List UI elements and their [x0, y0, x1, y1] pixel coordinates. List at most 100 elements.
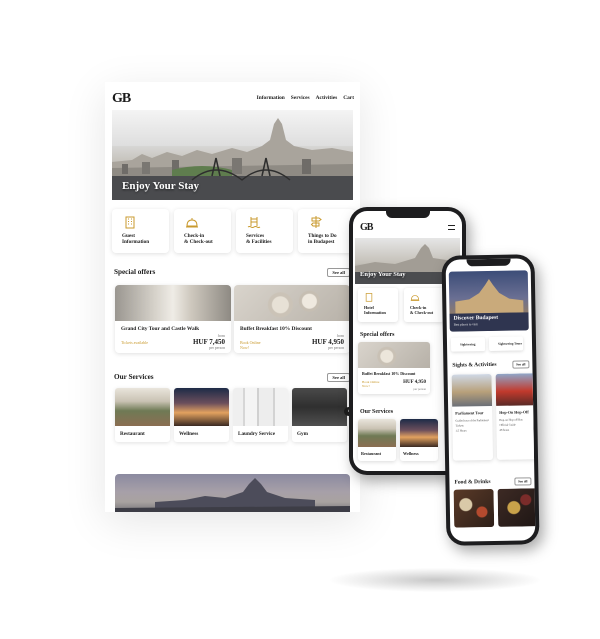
service-image-wellness — [400, 419, 438, 447]
brand-logo[interactable]: GB — [112, 91, 131, 107]
card-check-in-out[interactable]: Check-in & Check-out — [174, 209, 231, 253]
phone-notch — [466, 258, 511, 267]
service-image-gym — [292, 388, 347, 426]
card-things-to-do[interactable]: Things to Do in Budapest — [298, 209, 355, 253]
food-image-drinks[interactable] — [497, 488, 536, 527]
offer-price: HUF 4,950 — [403, 380, 426, 385]
phone-mockup-discover: Discover Budapest Best places to visit S… — [441, 254, 540, 546]
offer-label: Tickets available — [121, 340, 149, 345]
service-label: Wellness — [403, 451, 419, 456]
service-card-gym[interactable]: Gym — [292, 388, 347, 442]
reception-bell-icon — [186, 218, 198, 228]
chip-sightseeing[interactable]: Sightseeing — [450, 337, 486, 352]
offer-per: per person — [328, 346, 344, 350]
card-label: Hotel Information — [364, 305, 386, 315]
card-label: Things to Do in Budapest — [308, 233, 337, 245]
special-offers-see-all-button[interactable]: See all — [327, 268, 350, 277]
our-services-title: Our Services — [114, 373, 154, 381]
card-label: Check-in & Check-out — [410, 305, 434, 315]
phone-brand-logo[interactable]: GB — [360, 222, 373, 233]
pool-icon — [247, 217, 261, 228]
card-services-facilities[interactable]: Services & Facilities — [236, 209, 293, 253]
reception-bell-icon — [410, 295, 420, 301]
food-drinks-title: Food & Drinks — [454, 479, 491, 486]
hero-banner: Enjoy Your Stay — [112, 110, 353, 200]
phone-our-services-title: Our Services — [360, 409, 394, 415]
phone-notch — [385, 211, 430, 218]
tour-bullet: 48 hours — [499, 428, 510, 432]
tour-bullets: Hop-on Hop-off Bus Official Guide 48 hou… — [499, 417, 523, 432]
building-icon — [365, 293, 373, 302]
card-label: Check-in & Check-out — [184, 233, 213, 245]
service-image-restaurant — [358, 419, 396, 447]
top-navigation: GB Information Services Activities Cart — [105, 82, 360, 112]
nav-information[interactable]: Information — [257, 95, 285, 101]
castle-silhouette — [115, 478, 350, 512]
phone-hero-title: Enjoy Your Stay — [360, 271, 406, 278]
tour-bullets: Guided tour of the Parliament Tickets 1,… — [455, 418, 489, 434]
offer-per: per person — [413, 387, 426, 391]
building-icon — [125, 216, 135, 229]
offer-title: Buffet Breakfast 10% Discount — [240, 326, 312, 332]
signpost-icon — [310, 216, 322, 228]
phone-discover-screen: Discover Budapest Best places to visit S… — [445, 258, 536, 542]
sights-see-all-button[interactable]: See all — [511, 360, 530, 369]
phone-card-hotel-info[interactable]: Hotel Information — [358, 288, 398, 322]
offer-image-breakfast — [358, 342, 430, 368]
phone-offer-card[interactable]: Buffet Breakfast 10% Discount Book Onlin… — [358, 342, 430, 394]
offer-card-city-tour[interactable]: Grand City Tour and Castle Walk Tickets … — [115, 285, 231, 353]
tour-bullet: 1,5 Hours — [455, 429, 467, 433]
nav-services[interactable]: Services — [291, 95, 310, 101]
phone-hero-banner: Discover Budapest Best places to visit — [448, 270, 529, 332]
phone-service-restaurant[interactable]: Restaurant — [358, 419, 396, 461]
our-services-see-all-button[interactable]: See all — [327, 373, 350, 382]
special-offers-title: Special offers — [114, 268, 156, 276]
service-label: Gym — [297, 431, 308, 437]
service-label: Laundry Service — [238, 431, 276, 437]
nav-activities[interactable]: Activities — [316, 95, 338, 101]
hamburger-menu-icon[interactable] — [448, 225, 455, 230]
phone-service-wellness[interactable]: Wellness — [400, 419, 438, 461]
info-cards: Guest Information Check-in & Check-out S… — [112, 209, 360, 255]
web-app-screen: GB Information Services Activities Cart … — [105, 82, 360, 512]
food-image-dishes[interactable] — [453, 488, 495, 528]
food-see-all-button[interactable]: See all — [514, 477, 532, 486]
chip-sightseeing-tours[interactable]: Sightseeing Tours — [488, 336, 524, 352]
offer-per: per person — [209, 346, 225, 350]
tour-title: Hop-On Hop-Off — [499, 409, 529, 415]
phone-card-check-in[interactable]: Check-in & Check-out — [404, 288, 444, 322]
offer-label: Book Online Now! — [362, 380, 380, 388]
offer-card-breakfast[interactable]: Buffet Breakfast 10% Discount Book Onlin… — [234, 285, 350, 353]
service-card-restaurant[interactable]: Restaurant — [115, 388, 170, 442]
service-label: Wellness — [179, 431, 199, 437]
nav-cart[interactable]: Cart — [343, 95, 354, 101]
phone-special-offers-title: Special offers — [360, 332, 395, 338]
card-label: Services & Facilities — [246, 233, 272, 245]
service-label: Restaurant — [361, 451, 382, 456]
offer-title: Buffet Breakfast 10% Discount — [362, 371, 416, 376]
sights-activities-title: Sights & Activities — [452, 361, 497, 369]
offer-price: HUF 4,950 — [311, 338, 344, 346]
offer-label: Book Online Now! — [240, 340, 261, 350]
tour-card-parliament[interactable]: Parliament Tour Guided tour of the Parli… — [451, 373, 494, 461]
offer-title: Grand City Tour and Castle Walk — [121, 326, 200, 332]
service-card-laundry[interactable]: Laundry Service — [233, 388, 288, 442]
hero-title: Enjoy Your Stay — [122, 180, 200, 192]
service-label: Restaurant — [120, 431, 145, 437]
offer-price: HUF 7,450 — [192, 338, 225, 346]
offer-image-street — [115, 285, 231, 321]
phone-hero-title: Discover Budapest — [453, 314, 499, 322]
service-image-restaurant — [115, 388, 170, 426]
service-image-wellness — [174, 388, 229, 426]
nav-menu: Information Services Activities Cart — [257, 95, 354, 101]
tour-card-hop-on[interactable]: Hop-On Hop-Off Hop-on Hop-off Bus Offici… — [495, 373, 536, 460]
tour-title: Parliament Tour — [455, 410, 484, 416]
tour-image-parliament — [451, 373, 493, 407]
card-label: Guest Information — [122, 233, 150, 245]
offer-image-breakfast — [234, 285, 350, 321]
service-image-laundry — [233, 388, 288, 426]
footer-banner-castle — [115, 474, 350, 512]
tour-image-bus — [495, 373, 536, 406]
card-guest-information[interactable]: Guest Information — [112, 209, 169, 253]
service-card-wellness[interactable]: Wellness — [174, 388, 229, 442]
